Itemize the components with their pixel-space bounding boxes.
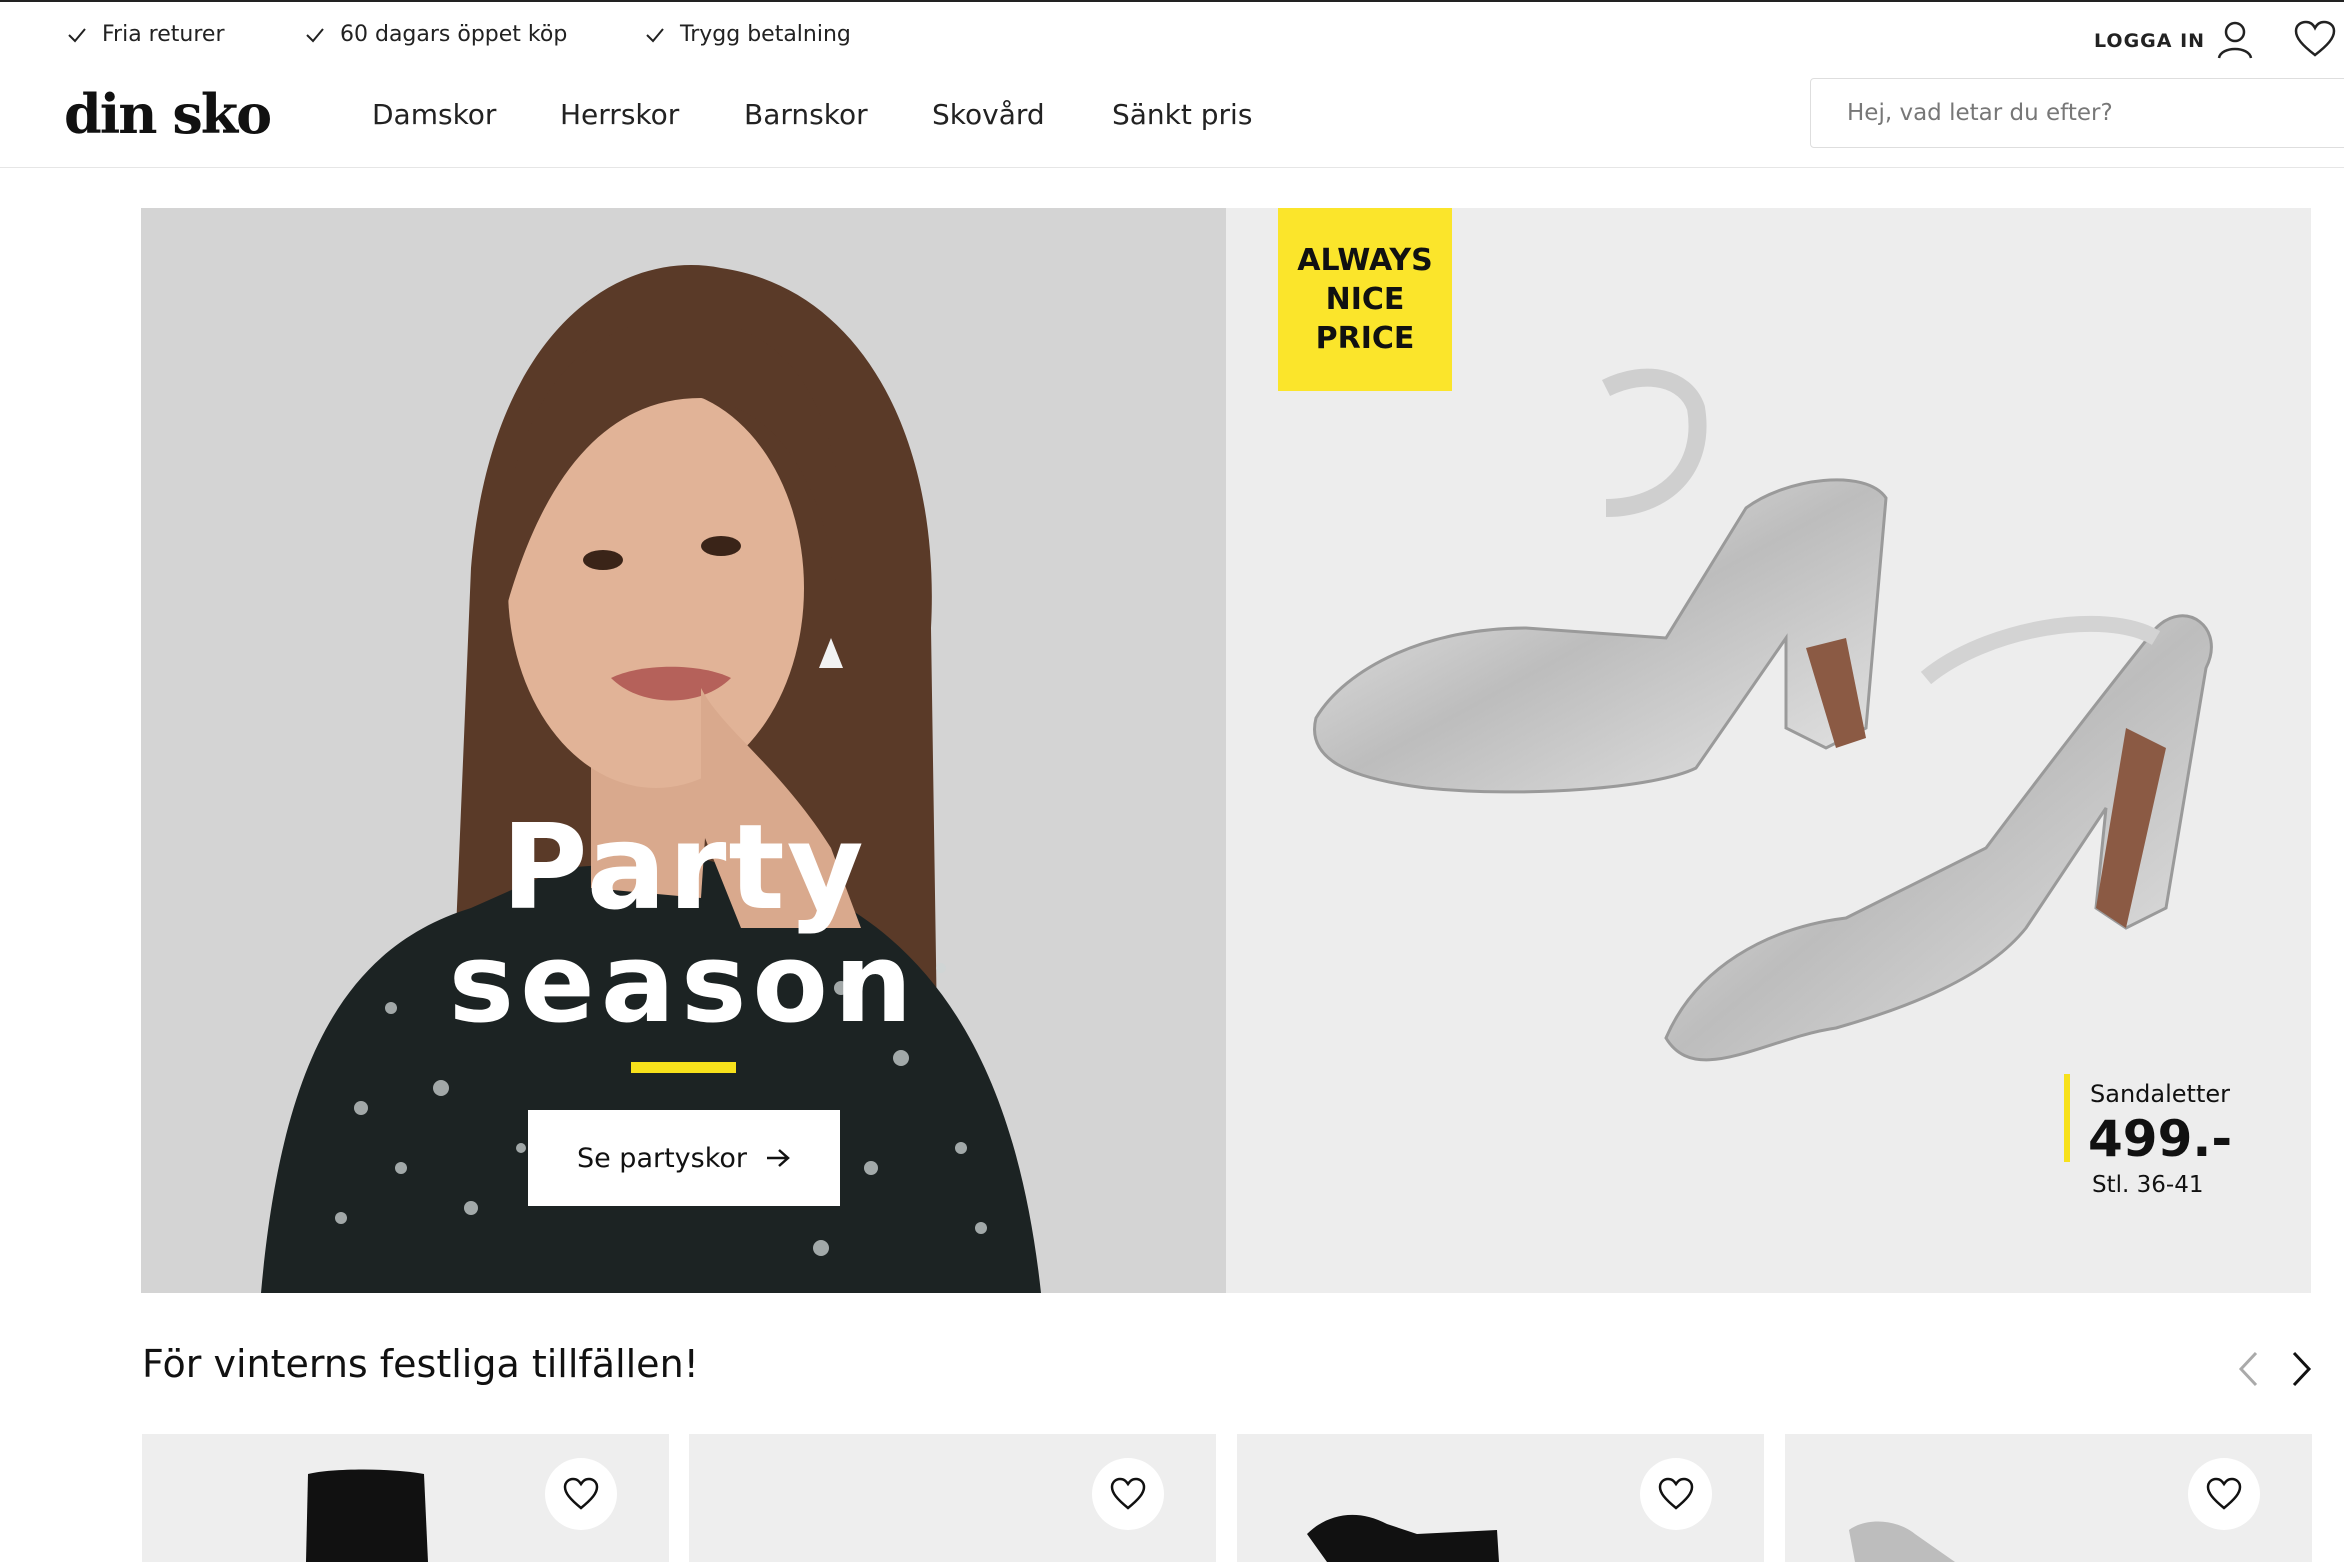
check-icon: [68, 27, 86, 42]
hero-product-panel[interactable]: ALWAYS NICE PRICE Sandaletter 499.- Stl.…: [1226, 208, 2311, 1293]
heart-icon: [1110, 1477, 1146, 1510]
shop-party-shoes-button[interactable]: Se partyskor: [528, 1110, 840, 1206]
heart-icon: [2206, 1477, 2242, 1510]
usp-label: Fria returer: [102, 22, 225, 47]
price-accent-bar: [2064, 1074, 2070, 1162]
arrow-right-icon: [767, 1149, 790, 1167]
usp-item-returns: Fria returer: [66, 22, 225, 47]
heart-icon: [1658, 1477, 1694, 1510]
check-icon: [646, 27, 664, 42]
section-title: För vinterns festliga tillfällen!: [142, 1342, 699, 1386]
badge-line1: ALWAYS: [1297, 243, 1433, 278]
favorite-button[interactable]: [1640, 1458, 1712, 1530]
favorite-button[interactable]: [2188, 1458, 2260, 1530]
product-card[interactable]: [1237, 1434, 1764, 1562]
check-icon: [306, 27, 324, 42]
search-placeholder: Hej, vad letar du efter?: [1847, 100, 2113, 126]
badge-line3: PRICE: [1315, 321, 1415, 356]
hero-banner[interactable]: Party season Se partyskor ALWAYS NICE PR…: [141, 208, 2311, 1293]
product-card[interactable]: [1785, 1434, 2312, 1562]
search-input[interactable]: Hej, vad letar du efter?: [1810, 78, 2344, 148]
product-sizes: Stl. 36-41: [2092, 1172, 2204, 1198]
nav-damskor[interactable]: Damskor: [372, 98, 496, 131]
heart-icon[interactable]: [2294, 20, 2336, 58]
logo[interactable]: din sko: [64, 82, 272, 146]
nav-herrskor[interactable]: Herrskor: [560, 98, 679, 131]
badge-line2: NICE: [1325, 282, 1405, 317]
hero-title-line2: season: [448, 919, 919, 1047]
nav-barnskor[interactable]: Barnskor: [744, 98, 868, 131]
usp-bar: Fria returer 60 dagars öppet köp Trygg b…: [0, 2, 2344, 72]
product-card[interactable]: [689, 1434, 1216, 1562]
cta-label: Se partyskor: [576, 1142, 748, 1174]
chevron-left-icon[interactable]: [2236, 1350, 2260, 1388]
hero-model-panel[interactable]: Party season Se partyskor: [141, 208, 1226, 1293]
usp-label: Trygg betalning: [680, 22, 851, 47]
nav-skovard[interactable]: Skovård: [932, 98, 1045, 131]
hero-title-line1: Party: [501, 798, 866, 936]
favorite-button[interactable]: [1092, 1458, 1164, 1530]
always-nice-price-badge: ALWAYS NICE PRICE: [1278, 208, 1452, 391]
product-card[interactable]: [142, 1434, 669, 1562]
chevron-right-icon[interactable]: [2290, 1350, 2314, 1388]
usp-item-secure-payment: Trygg betalning: [644, 22, 851, 47]
product-price: 499.-: [2088, 1110, 2233, 1168]
heart-icon: [563, 1477, 599, 1510]
user-icon[interactable]: [2216, 20, 2254, 60]
usp-label: 60 dagars öppet köp: [340, 22, 568, 47]
login-link[interactable]: LOGGA IN: [2094, 30, 2205, 52]
product-name: Sandaletter: [2090, 1080, 2230, 1108]
hero-accent-bar: [631, 1062, 736, 1073]
usp-item-open-purchase: 60 dagars öppet köp: [304, 22, 567, 47]
favorite-button[interactable]: [545, 1458, 617, 1530]
nav-sankt-pris[interactable]: Sänkt pris: [1112, 98, 1252, 131]
main-header: din sko Damskor Herrskor Barnskor Skovår…: [0, 72, 2344, 168]
